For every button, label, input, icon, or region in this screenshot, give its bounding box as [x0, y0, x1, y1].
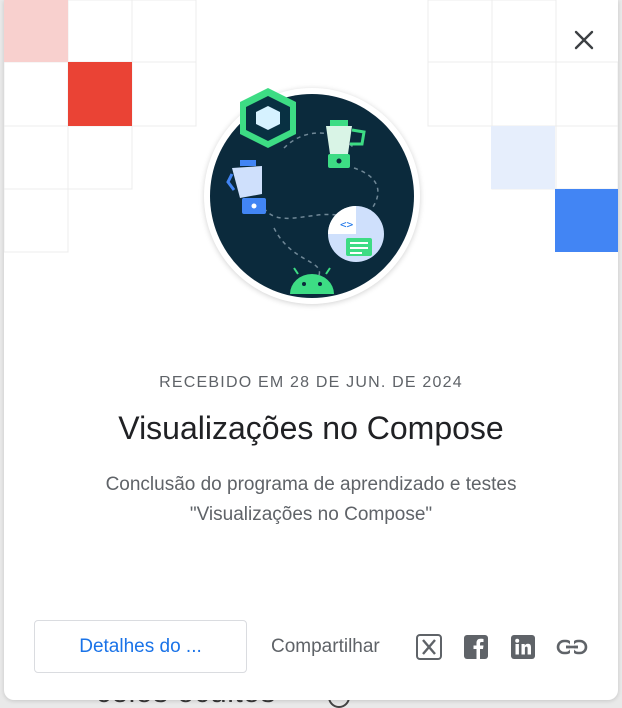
description-line-2: "Visualizações no Compose" — [189, 504, 433, 525]
link-icon — [556, 639, 588, 655]
description-line-1: Conclusão do programa de aprendizado e t… — [105, 474, 517, 495]
facebook-icon — [464, 635, 488, 659]
close-button[interactable] — [566, 22, 602, 58]
achievement-badge: <> — [204, 88, 420, 304]
copy-link-button[interactable] — [556, 634, 588, 660]
share-facebook-button[interactable] — [463, 634, 489, 660]
share-linkedin-button[interactable] — [510, 634, 536, 660]
received-date: RECEBIDO EM 28 DE JUN. DE 2024 — [159, 374, 463, 391]
close-icon — [574, 30, 594, 50]
linkedin-icon — [511, 635, 535, 659]
svg-text:<>: <> — [340, 218, 354, 231]
share-x-button[interactable] — [416, 634, 442, 660]
achievement-title: Visualizações no Compose — [118, 410, 504, 446]
achievement-description: Conclusão do programa de aprendizado e t… — [64, 470, 558, 530]
share-label: Compartilhar — [271, 636, 380, 657]
achievement-dialog: <> RECEBIDO EM 28 DE JUN. DE 2024 Visual… — [4, 0, 618, 700]
x-icon — [416, 634, 442, 660]
details-button[interactable]: Detalhes do ... — [34, 620, 247, 673]
